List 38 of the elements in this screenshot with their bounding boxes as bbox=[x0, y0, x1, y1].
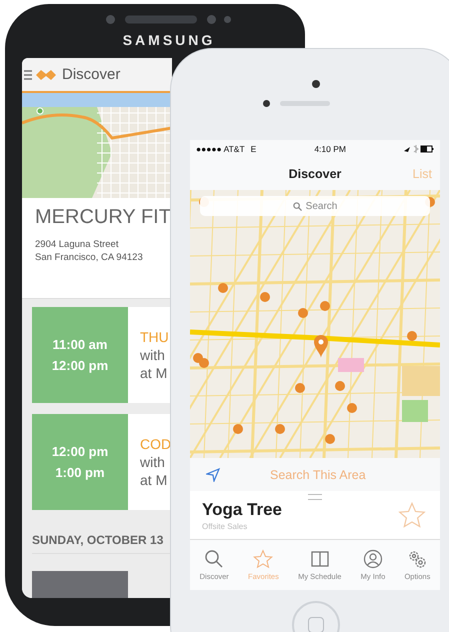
clock: 4:10 PM bbox=[314, 144, 346, 154]
start-time: 12:00 pm bbox=[52, 444, 108, 459]
app-title: Discover bbox=[62, 66, 120, 83]
search-field[interactable]: Search bbox=[200, 196, 430, 216]
start-time: 11:00 am bbox=[52, 337, 108, 352]
session-card[interactable]: 12:00 pm 1:00 pm COD with at M bbox=[32, 414, 172, 510]
search-icon bbox=[292, 202, 302, 210]
book-icon bbox=[310, 549, 330, 569]
session-detail: with bbox=[140, 454, 166, 470]
person-icon bbox=[362, 549, 383, 569]
place-subtitle: Offsite Sales bbox=[202, 522, 248, 530]
battery-icon bbox=[404, 145, 434, 153]
menu-icon[interactable] bbox=[24, 70, 32, 80]
earpiece-drawing bbox=[262, 100, 330, 107]
star-icon bbox=[253, 549, 274, 569]
session-title: COD bbox=[140, 436, 172, 452]
end-time: 1:00 pm bbox=[55, 465, 105, 480]
address-line: San Francisco, CA 94123 bbox=[35, 251, 144, 264]
session-detail: with bbox=[140, 347, 166, 363]
screen-title: Discover bbox=[288, 167, 342, 181]
camera-icon bbox=[312, 80, 320, 88]
star-icon[interactable] bbox=[398, 501, 426, 529]
end-time: 12:00 pm bbox=[52, 358, 108, 373]
venue-name: MERCURY FIT bbox=[35, 206, 172, 229]
search-icon bbox=[204, 549, 224, 569]
brand-logo: SAMSUNG bbox=[122, 32, 216, 48]
session-title: THU bbox=[140, 329, 169, 345]
place-name: Yoga Tree bbox=[202, 500, 282, 520]
logo-icon bbox=[36, 68, 56, 80]
gears-icon bbox=[407, 549, 428, 569]
session-detail: at M bbox=[140, 365, 168, 381]
address-line: 2904 Laguna Street bbox=[35, 238, 120, 251]
network-type: E bbox=[250, 144, 256, 154]
session-card[interactable]: 11:00 am 12:00 pm THU with at M bbox=[32, 307, 172, 403]
session-detail: at M bbox=[140, 472, 168, 488]
drag-handle[interactable] bbox=[308, 494, 322, 500]
location-arrow-icon[interactable] bbox=[206, 468, 220, 482]
carrier: ●●●●● AT&T bbox=[196, 144, 245, 154]
